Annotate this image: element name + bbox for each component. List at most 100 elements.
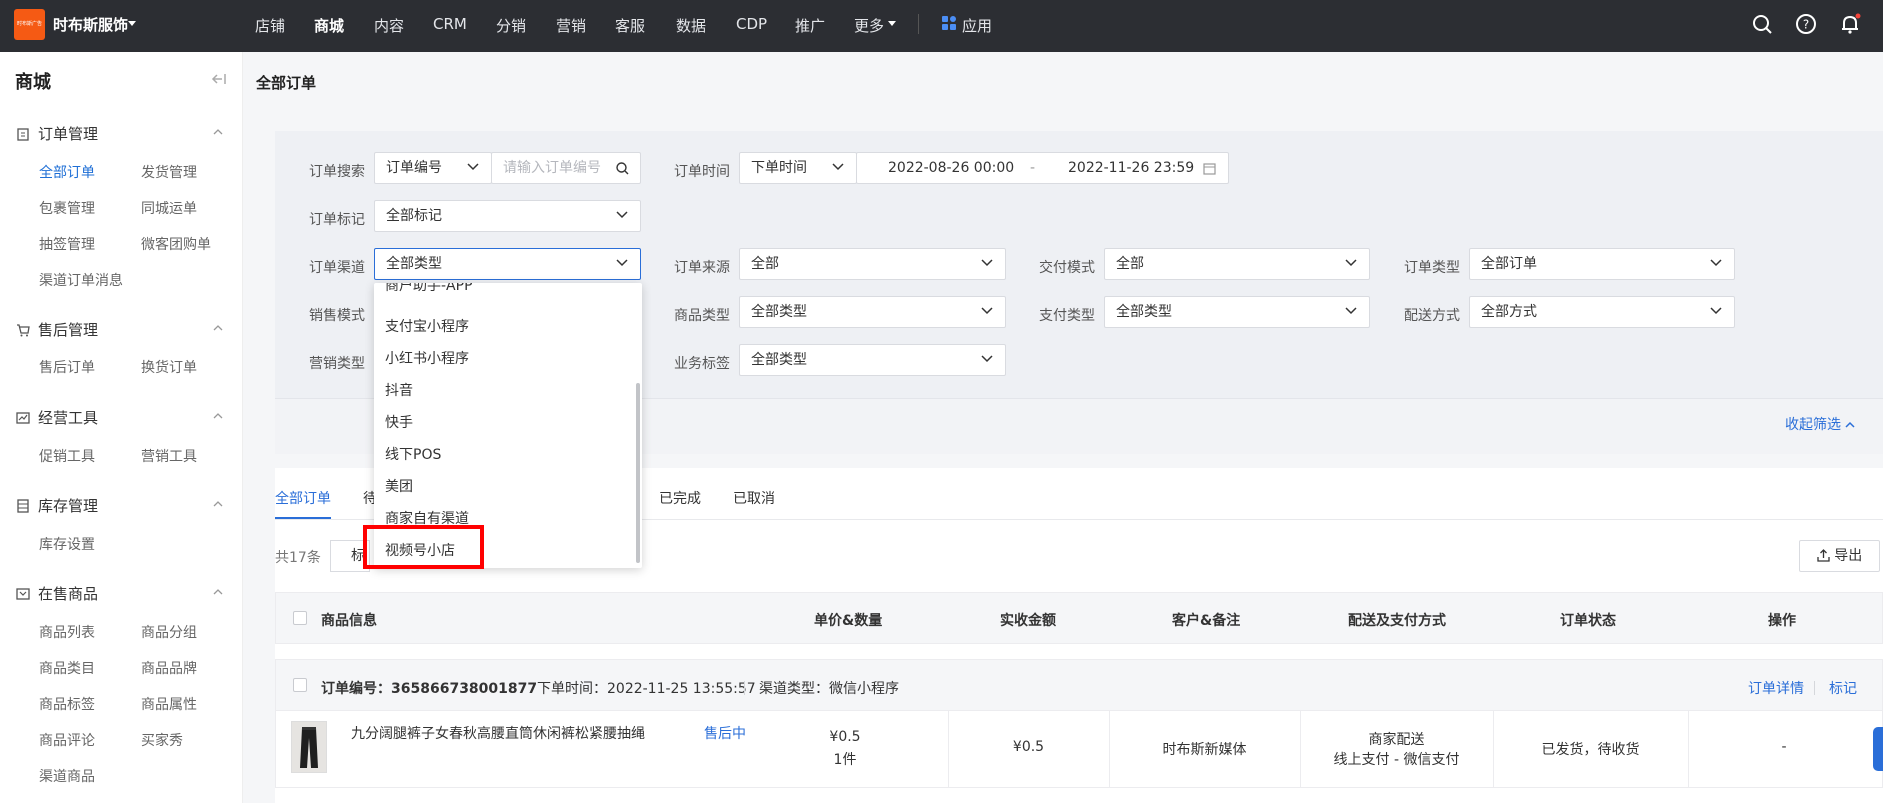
product-thumbnail[interactable] [291,721,327,773]
apps-icon[interactable] [941,15,957,31]
dropdown-option[interactable]: 线下POS [385,444,441,464]
order-detail-link[interactable]: 订单详情 [1748,678,1804,698]
chevron-up-icon[interactable] [213,323,223,333]
divider [744,681,745,695]
sidebar-item-promo-tools[interactable]: 促销工具 [39,446,95,466]
sidebar-item-local-delivery[interactable]: 同城运单 [141,198,197,218]
nav-cdp[interactable]: CDP [736,15,767,33]
sidebar-group-aftersales[interactable]: 售后管理 [16,319,98,340]
sidebar-item-product-reviews[interactable]: 商品评论 [39,730,95,750]
delivery-mode-select[interactable]: 全部 [1104,248,1370,280]
column-header: 单价&数量 [814,613,883,629]
sidebar-item-shipping[interactable]: 发货管理 [141,162,197,182]
tab-completed[interactable]: 已完成 [659,488,701,508]
order-channel-select[interactable]: 全部类型 [374,248,641,280]
biz-tag-select[interactable]: 全部类型 [739,344,1006,376]
table-header [275,592,1883,644]
sidebar-group-products[interactable]: 在售商品 [16,583,98,604]
bell-icon[interactable] [1839,13,1861,35]
after-sale-status[interactable]: 售后中 [704,723,746,743]
export-button[interactable]: 导出 [1799,540,1880,572]
order-time-type-select[interactable]: 下单时间 [739,152,857,184]
nav-more[interactable]: 更多 [854,15,884,36]
sidebar-item-marketing-tools[interactable]: 营销工具 [141,446,197,466]
pay-type-select[interactable]: 全部类型 [1104,296,1370,328]
chevron-up-icon[interactable] [213,587,223,597]
order-source-select[interactable]: 全部 [739,248,1006,280]
order-mark-select[interactable]: 全部标记 [374,200,641,232]
sidebar-item-channel-messages[interactable]: 渠道订单消息 [39,270,123,290]
brand-logo[interactable]: 时布斯广告 [14,9,45,40]
sidebar-item-packages[interactable]: 包裹管理 [39,198,95,218]
date-end[interactable]: 2022-11-26 23:59 [1068,153,1194,183]
sidebar-item-aftersale-orders[interactable]: 售后订单 [39,357,95,377]
dropdown-option[interactable]: 美团 [385,476,413,496]
sidebar-item-group-buy[interactable]: 微客团购单 [141,234,211,254]
delivery-mode-label: 交付模式 [1039,260,1095,276]
sidebar-group-inventory[interactable]: 库存管理 [16,495,98,516]
order-search-label: 订单搜索 [309,164,365,180]
nav-promotion[interactable]: 推广 [795,15,825,36]
nav-data[interactable]: 数据 [676,15,706,36]
dropdown-option[interactable]: 商户助手-APP [385,283,473,295]
nav-crm[interactable]: CRM [433,15,467,33]
nav-store[interactable]: 店铺 [255,15,285,36]
order-search-type-select[interactable]: 订单编号 [374,152,492,184]
select-value: 订单编号 [386,160,442,176]
floating-side-tab[interactable] [1873,727,1883,771]
select-value: 全部 [1116,256,1144,272]
select-all-checkbox[interactable] [293,611,307,625]
sidebar-item-product-attributes[interactable]: 商品属性 [141,694,197,714]
marketing-type-label: 营销类型 [309,356,365,372]
search-icon[interactable] [616,162,629,175]
date-range-picker[interactable]: 2022-08-26 00:00 - 2022-11-26 23:59 [856,152,1229,184]
order-search-input[interactable]: 请输入订单编号 [491,152,641,184]
sidebar-item-product-groups[interactable]: 商品分组 [141,622,197,642]
chevron-up-icon[interactable] [213,127,223,137]
sidebar-group-tools[interactable]: 经营工具 [16,407,98,428]
sidebar-item-all-orders[interactable]: 全部订单 [39,162,95,182]
nav-mall[interactable]: 商城 [314,15,344,36]
sidebar-item-exchange-orders[interactable]: 换货订单 [141,357,197,377]
pay-type-label: 支付类型 [1039,308,1095,324]
tab-all-orders[interactable]: 全部订单 [275,488,331,508]
dropdown-option[interactable]: 抖音 [385,380,413,400]
dropdown-option[interactable]: 支付宝小程序 [385,316,469,336]
chevron-up-icon[interactable] [213,499,223,509]
sidebar-item-buyer-show[interactable]: 买家秀 [141,730,183,750]
sidebar-group-orders[interactable]: 订单管理 [16,123,98,144]
sidebar-item-channel-products[interactable]: 渠道商品 [39,766,95,786]
calendar-icon[interactable] [1203,162,1216,175]
order-checkbox[interactable] [293,678,307,692]
search-icon[interactable] [1751,13,1773,35]
product-name[interactable]: 九分阔腿裤子女春秋高腰直筒休闲裤松紧腰抽绳 [351,723,645,743]
chevron-up-icon[interactable] [213,411,223,421]
nav-marketing[interactable]: 营销 [556,15,586,36]
nav-apps[interactable]: 应用 [962,15,992,36]
order-type-select[interactable]: 全部订单 [1469,248,1735,280]
nav-content[interactable]: 内容 [374,15,404,36]
date-start[interactable]: 2022-08-26 00:00 [888,153,1014,183]
collapse-sidebar-icon[interactable] [211,72,227,86]
help-icon[interactable]: ? [1795,13,1817,35]
dropdown-option[interactable]: 小红书小程序 [385,348,469,368]
shop-switcher[interactable]: 时布斯服饰 [53,14,128,35]
ship-method-select[interactable]: 全部方式 [1469,296,1735,328]
nav-distribution[interactable]: 分销 [496,15,526,36]
sidebar-item-product-categories[interactable]: 商品类目 [39,658,95,678]
tab-cancelled[interactable]: 已取消 [733,488,775,508]
dropdown-scrollbar[interactable] [636,383,640,563]
sidebar-item-product-brands[interactable]: 商品品牌 [141,658,197,678]
sidebar-item-lottery[interactable]: 抽签管理 [39,234,95,254]
sidebar-item-product-tags[interactable]: 商品标签 [39,694,95,714]
dropdown-option[interactable]: 快手 [385,412,413,432]
sidebar-item-product-list[interactable]: 商品列表 [39,622,95,642]
order-mark-link[interactable]: 标记 [1829,678,1857,698]
collapse-filters-link[interactable]: 收起筛选 [1785,414,1855,434]
chevron-down-icon[interactable] [888,21,896,26]
nav-service[interactable]: 客服 [615,15,645,36]
sidebar-item-inventory-settings[interactable]: 库存设置 [39,534,95,554]
goods-type-select[interactable]: 全部类型 [739,296,1006,328]
product-icon [16,588,30,600]
chevron-down-icon[interactable] [128,21,136,26]
